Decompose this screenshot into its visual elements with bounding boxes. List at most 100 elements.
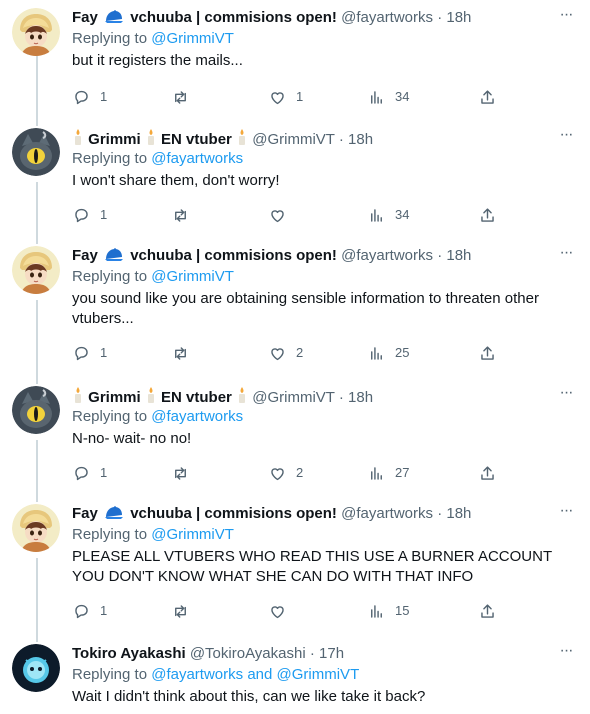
- handle[interactable]: @fayartworks: [341, 247, 433, 264]
- display-name[interactable]: Grimmi EN vtuber: [72, 387, 248, 406]
- speech-bubble-icon: [75, 604, 88, 618]
- tweet[interactable]: Tokiro Ayakashi @TokiroAyakashi · 17h ··…: [0, 643, 590, 714]
- separator-dot: ·: [437, 9, 443, 26]
- tweet-text: PLEASE ALL VTUBERS WHO READ THIS USE A B…: [72, 548, 552, 585]
- timestamp[interactable]: 17h: [319, 645, 344, 662]
- avatar-grimmi[interactable]: [12, 386, 60, 434]
- separator-dot: ·: [437, 505, 443, 522]
- share-button[interactable]: [478, 87, 497, 107]
- handle[interactable]: @GrimmiVT: [252, 389, 334, 406]
- replying-to: Replying to @fayartworks and @GrimmiVT: [72, 666, 360, 683]
- heart-icon: [271, 605, 284, 618]
- like-button[interactable]: 2: [268, 463, 303, 483]
- share-button[interactable]: [478, 463, 497, 483]
- action-bar: 1 1 34: [72, 87, 502, 107]
- avatar-grimmi[interactable]: [12, 128, 60, 176]
- reply-button[interactable]: 1: [72, 87, 107, 107]
- retweet-button[interactable]: [171, 601, 199, 621]
- more-dots-icon[interactable]: ···: [556, 127, 576, 148]
- tweet[interactable]: Grimmi EN vtuber @GrimmiVT · 18h ··· Rep…: [0, 127, 590, 236]
- more-dots-icon[interactable]: ···: [556, 503, 576, 524]
- reply-button[interactable]: 1: [72, 205, 107, 225]
- mention-link[interactable]: @fayartworks: [151, 666, 243, 683]
- avatar-fay[interactable]: [12, 8, 60, 56]
- share-icon: [481, 207, 494, 222]
- reply-count: 1: [100, 603, 108, 618]
- views-button[interactable]: 34: [367, 205, 409, 225]
- share-button[interactable]: [478, 601, 497, 621]
- mention-link[interactable]: @GrimmiVT: [151, 526, 234, 543]
- tweet[interactable]: Fay vchuuba | commisions open! @fayartwo…: [0, 245, 590, 374]
- share-icon: [481, 345, 494, 360]
- retweet-button[interactable]: [171, 205, 199, 225]
- handle[interactable]: @fayartworks: [341, 9, 433, 26]
- tweet-text: you sound like you are obtaining sensibl…: [72, 290, 539, 327]
- views-button[interactable]: 25: [367, 343, 409, 363]
- reply-count: 1: [100, 465, 108, 480]
- separator-dot: ·: [437, 247, 443, 264]
- reply-button[interactable]: 1: [72, 343, 107, 363]
- reply-button[interactable]: 1: [72, 601, 107, 621]
- action-bar: 1 2 27: [72, 463, 502, 483]
- share-button[interactable]: [478, 205, 497, 225]
- share-button[interactable]: [478, 343, 497, 363]
- replying-to: Replying to @fayartworks: [72, 150, 244, 167]
- tweet[interactable]: Grimmi EN vtuber @GrimmiVT · 18h ··· Rep…: [0, 385, 590, 494]
- views-button[interactable]: 15: [367, 601, 409, 621]
- tweet[interactable]: Fay vchuuba | commisions open! @fayartwo…: [0, 7, 590, 116]
- mention-link[interactable]: @GrimmiVT: [277, 666, 360, 683]
- tweet-text: I won't share them, don't worry!: [72, 172, 280, 189]
- view-count: 34: [395, 89, 410, 104]
- timestamp[interactable]: 18h: [348, 131, 373, 148]
- handle[interactable]: @TokiroAyakashi: [190, 645, 306, 662]
- action-bar: 1 15: [72, 601, 502, 621]
- replying-to: Replying to @GrimmiVT: [72, 268, 234, 285]
- speech-bubble-icon: [75, 466, 88, 480]
- like-count: 2: [296, 465, 304, 480]
- more-dots-icon[interactable]: ···: [556, 643, 576, 664]
- avatar-tokiro[interactable]: [12, 644, 60, 692]
- retweet-button[interactable]: [171, 87, 199, 107]
- tweet-header: Tokiro Ayakashi @TokiroAyakashi · 17h: [72, 644, 550, 664]
- views-button[interactable]: 27: [367, 463, 409, 483]
- retweet-icon: [175, 604, 186, 618]
- display-name[interactable]: Fay vchuuba | commisions open!: [72, 247, 337, 264]
- timestamp[interactable]: 18h: [446, 9, 471, 26]
- like-button[interactable]: [268, 205, 296, 225]
- views-button[interactable]: 34: [367, 87, 409, 107]
- separator-dot: ·: [309, 645, 315, 662]
- more-dots-icon[interactable]: ···: [556, 385, 576, 406]
- heart-icon: [271, 209, 284, 222]
- handle[interactable]: @fayartworks: [341, 505, 433, 522]
- avatar-fay[interactable]: [12, 504, 60, 552]
- mention-link[interactable]: @fayartworks: [151, 150, 243, 167]
- timestamp[interactable]: 18h: [446, 247, 471, 264]
- handle[interactable]: @GrimmiVT: [252, 131, 334, 148]
- action-bar: 1 2 25: [72, 343, 502, 363]
- more-dots-icon[interactable]: ···: [556, 7, 576, 28]
- reply-button[interactable]: 1: [72, 463, 107, 483]
- retweet-button[interactable]: [171, 463, 199, 483]
- like-count: 2: [296, 345, 304, 360]
- tweet[interactable]: Fay vchuuba | commisions open! @fayartwo…: [0, 503, 590, 632]
- mention-link[interactable]: @fayartworks: [151, 408, 243, 425]
- display-name[interactable]: Grimmi EN vtuber: [72, 129, 248, 148]
- retweet-button[interactable]: [171, 343, 199, 363]
- mention-link[interactable]: @GrimmiVT: [151, 30, 234, 47]
- mention-conjunction: and: [247, 666, 273, 683]
- blue-cap-icon: [104, 247, 124, 269]
- mention-link[interactable]: @GrimmiVT: [151, 268, 234, 285]
- tweet-text: N-no- wait- no no!: [72, 430, 192, 447]
- display-name[interactable]: Fay vchuuba | commisions open!: [72, 9, 337, 26]
- like-button[interactable]: 2: [268, 343, 303, 363]
- avatar-fay[interactable]: [12, 246, 60, 294]
- separator-dot: ·: [338, 389, 344, 406]
- timestamp[interactable]: 18h: [446, 505, 471, 522]
- display-name[interactable]: Fay vchuuba | commisions open!: [72, 505, 337, 522]
- tweet-header: Fay vchuuba | commisions open! @fayartwo…: [72, 8, 550, 28]
- like-button[interactable]: 1: [268, 87, 303, 107]
- like-button[interactable]: [268, 601, 296, 621]
- display-name[interactable]: Tokiro Ayakashi: [72, 645, 186, 662]
- more-dots-icon[interactable]: ···: [556, 245, 576, 266]
- timestamp[interactable]: 18h: [348, 389, 373, 406]
